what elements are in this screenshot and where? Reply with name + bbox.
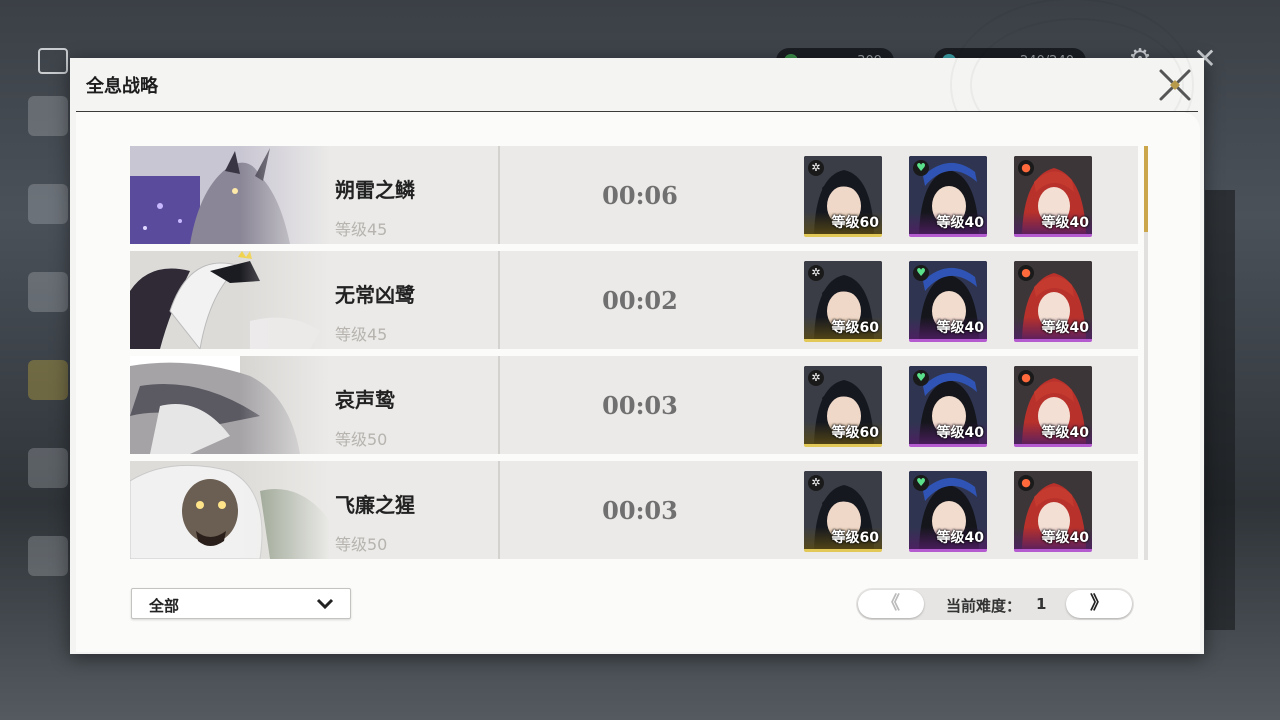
difficulty-label: 当前难度：	[946, 597, 1022, 615]
boss-portrait	[130, 251, 330, 349]
fusion-element-icon: ●	[1018, 160, 1034, 176]
team-member-2: ♥ 等级40	[909, 156, 987, 237]
background-title	[38, 48, 68, 74]
row-divider	[498, 356, 500, 454]
scrollbar-thumb[interactable]	[1144, 146, 1148, 232]
modal-title: 全息战略	[86, 76, 158, 97]
member-level: 等级40	[936, 215, 984, 231]
member-level: 等级40	[1041, 530, 1089, 546]
clear-time: 00:02	[602, 286, 678, 315]
clear-time: 00:03	[602, 391, 678, 420]
team-member-2: ♥ 等级40	[909, 366, 987, 447]
side-menu-icon	[28, 184, 68, 224]
team-member-1: ✲ 等级60	[804, 156, 882, 237]
team-member-1: ✲ 等级60	[804, 261, 882, 342]
aero-element-icon: ♥	[913, 160, 929, 176]
member-level: 等级60	[831, 530, 879, 546]
member-level: 等级40	[936, 530, 984, 546]
team-member-3: ● 等级40	[1014, 156, 1092, 237]
difficulty-value: 1	[1036, 595, 1047, 613]
member-level: 等级40	[1041, 320, 1089, 336]
boss-record-row[interactable]: 无常凶鹭 等级45 00:02 ✲ 等级60 ♥ 等级40 ● 等级40	[130, 251, 1138, 349]
boss-level: 等级45	[335, 220, 388, 239]
fusion-element-icon: ●	[1018, 370, 1034, 386]
filter-selected-value: 全部	[149, 597, 180, 615]
background-side-panel	[1205, 190, 1235, 630]
boss-level: 等级50	[335, 535, 388, 554]
boss-portrait	[130, 356, 330, 454]
boss-name: 飞廉之猩	[335, 493, 415, 517]
team-member-3: ● 等级40	[1014, 261, 1092, 342]
boss-level: 等级50	[335, 430, 388, 449]
boss-record-row[interactable]: 飞廉之猩 等级50 00:03 ✲ 等级60 ♥ 等级40 ● 等级40	[130, 461, 1138, 559]
boss-record-list[interactable]: 朔雷之鳞 等级45 00:06 ✲ 等级60 ♥ 等级40 ● 等级40 无常凶…	[130, 146, 1138, 560]
boss-level: 等级45	[335, 325, 388, 344]
spectro-element-icon: ✲	[808, 475, 824, 491]
boss-name: 无常凶鹭	[335, 283, 415, 307]
spectro-element-icon: ✲	[808, 160, 824, 176]
boss-record-row[interactable]: 哀声鸷 等级50 00:03 ✲ 等级60 ♥ 等级40 ● 等级40	[130, 356, 1138, 454]
side-menu-icon	[28, 360, 68, 400]
member-level: 等级60	[831, 320, 879, 336]
fusion-element-icon: ●	[1018, 265, 1034, 281]
side-menu-icon	[28, 272, 68, 312]
close-icon[interactable]	[1158, 68, 1192, 102]
next-difficulty-button[interactable]: 》	[1066, 590, 1132, 618]
boss-record-row[interactable]: 朔雷之鳞 等级45 00:06 ✲ 等级60 ♥ 等级40 ● 等级40	[130, 146, 1138, 244]
side-menu-icon	[28, 536, 68, 576]
member-level: 等级40	[936, 425, 984, 441]
previous-difficulty-button[interactable]: 《	[858, 590, 924, 618]
team-member-3: ● 等级40	[1014, 366, 1092, 447]
aero-element-icon: ♥	[913, 475, 929, 491]
row-divider	[498, 251, 500, 349]
modal-content: 朔雷之鳞 等级45 00:06 ✲ 等级60 ♥ 等级40 ● 等级40 无常凶…	[76, 112, 1200, 652]
team-member-1: ✲ 等级60	[804, 366, 882, 447]
member-level: 等级40	[936, 320, 984, 336]
team-member-2: ♥ 等级40	[909, 261, 987, 342]
boss-portrait	[130, 461, 330, 559]
holographic-strategy-modal: 全息战略 朔雷之鳞 等级45 00:06 ✲ 等级60 ♥ 等级40 ● 等级4…	[70, 0, 1204, 654]
member-level: 等级40	[1041, 425, 1089, 441]
row-divider	[498, 146, 500, 244]
home-icon	[38, 48, 68, 74]
list-scrollbar[interactable]	[1144, 146, 1148, 560]
team-member-1: ✲ 等级60	[804, 471, 882, 552]
filter-dropdown[interactable]: 全部	[131, 588, 351, 619]
side-menu-icon	[28, 448, 68, 488]
boss-portrait	[130, 146, 330, 244]
aero-element-icon: ♥	[913, 265, 929, 281]
member-level: 等级60	[831, 425, 879, 441]
spectro-element-icon: ✲	[808, 370, 824, 386]
aero-element-icon: ♥	[913, 370, 929, 386]
chevron-down-icon	[316, 598, 334, 610]
team-member-3: ● 等级40	[1014, 471, 1092, 552]
row-divider	[498, 461, 500, 559]
clear-time: 00:03	[602, 496, 678, 525]
team-member-2: ♥ 等级40	[909, 471, 987, 552]
fusion-element-icon: ●	[1018, 475, 1034, 491]
boss-name: 朔雷之鳞	[335, 178, 415, 202]
side-menu-icon	[28, 96, 68, 136]
boss-name: 哀声鸷	[335, 388, 395, 412]
modal-header: 全息战略	[70, 0, 1204, 172]
clear-time: 00:06	[602, 181, 678, 210]
spectro-element-icon: ✲	[808, 265, 824, 281]
difficulty-pager: 《 当前难度： 1 》	[856, 588, 1134, 620]
member-level: 等级60	[831, 215, 879, 231]
member-level: 等级40	[1041, 215, 1089, 231]
